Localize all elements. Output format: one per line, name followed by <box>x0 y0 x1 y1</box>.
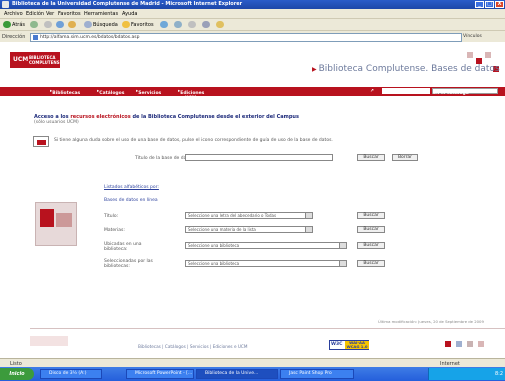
search-label[interactable]: Búsqueda <box>93 22 118 28</box>
chevron-down-icon <box>305 213 312 218</box>
logo-line2: COMPLUTENSE <box>29 60 63 65</box>
toolbar: Atrás Búsqueda Favoritos <box>0 19 505 31</box>
favorites-icon[interactable] <box>122 21 130 28</box>
chevron-down-icon <box>305 227 312 232</box>
print-icon[interactable] <box>202 21 210 28</box>
stop-icon[interactable] <box>44 21 52 28</box>
task-powerpoint[interactable]: Microsoft PowerPoint - [... <box>126 369 194 379</box>
menu-herramientas[interactable]: Herramientas <box>84 11 118 17</box>
menu-bar: Archivo Edición Ver Favoritos Herramient… <box>0 9 505 19</box>
menu-ayuda[interactable]: Ayuda <box>122 11 137 17</box>
chevron-down-icon <box>339 261 346 266</box>
decorative-image <box>35 202 77 246</box>
w3c-logo: W3C <box>331 342 343 347</box>
last-modified-text: Última modificación: Jueves, 20 de Septi… <box>378 319 484 324</box>
wai-aa-badge: WAI-AA WCAG 1.0 <box>345 340 369 349</box>
window-title: Biblioteca de la Universidad Complutense… <box>12 1 243 7</box>
menu-favoritos[interactable]: Favoritos <box>58 11 81 17</box>
nav-bibliotecas[interactable]: ▸ Bibliotecas <box>50 89 80 96</box>
minimize-button[interactable]: _ <box>475 1 484 8</box>
row-label-seleccionadas: Seleccionadas por las bibliotecas: <box>104 259 153 269</box>
favorites-label[interactable]: Favoritos <box>131 22 154 28</box>
help-guide-icon[interactable] <box>33 136 49 147</box>
system-tray: 8:2 <box>428 368 505 380</box>
search-arrow-icon: ↗ <box>370 89 374 94</box>
footer-logo <box>30 336 68 346</box>
nav-ediciones[interactable]: ▸ Ediciones e UCM <box>178 89 204 101</box>
search-by-location-button[interactable]: Buscar <box>357 242 385 249</box>
nav-catalogos[interactable]: ▸ Catálogos <box>97 89 124 96</box>
font-size-icon[interactable] <box>445 341 451 347</box>
help-text: Si tiene alguna duda sobre el uso de una… <box>54 138 333 143</box>
taskbar: Inicio Disco de 3½ (A:) Microsoft PowerP… <box>0 367 505 381</box>
w3c-badge[interactable]: W3C WAI-AA WCAG 1.0 <box>329 340 369 350</box>
menu-archivo[interactable]: Archivo <box>4 11 23 17</box>
library-selection-select[interactable]: Seleccione una biblioteca <box>185 260 347 267</box>
web-page: UCM BIBLIOTECA COMPLUTENSE ▶ Biblioteca C… <box>0 42 505 358</box>
search-scope-select[interactable]: En el catálogo <box>432 88 498 96</box>
site-search-input[interactable] <box>382 88 430 94</box>
title-search-button[interactable]: Buscar <box>357 154 385 161</box>
search-by-title-button[interactable]: Buscar <box>357 212 385 219</box>
home-icon[interactable] <box>68 21 76 28</box>
address-label: Dirección <box>2 34 26 40</box>
window-title-bar: Biblioteca de la Universidad Complutense… <box>0 0 505 9</box>
media-icon[interactable] <box>160 21 168 28</box>
biblioteca-logo[interactable]: UCM BIBLIOTECA COMPLUTENSE <box>10 52 63 68</box>
footer-links[interactable]: Bibliotecas | Catálogos | Servicios | Ed… <box>138 344 247 349</box>
nav-servicios[interactable]: ▸ Servicios <box>136 89 161 96</box>
search-by-selection-button[interactable]: Buscar <box>357 260 385 267</box>
task-disco[interactable]: Disco de 3½ (A:) <box>40 369 102 379</box>
title-search-input[interactable] <box>185 154 333 161</box>
address-input[interactable]: http://alfama.sim.ucm.es/bdatos/bdatos.a… <box>30 33 462 42</box>
main-nav: ▸ Bibliotecas ▸ Catálogos ▸ Servicios ▸ Edic… <box>0 87 505 101</box>
search-icon[interactable] <box>84 21 92 28</box>
footer-divider <box>30 328 505 329</box>
edit-icon[interactable] <box>216 21 224 28</box>
page-subheading: (sólo usuarios UCM) <box>34 120 79 125</box>
online-databases-label: Bases de datos en línea <box>104 198 158 203</box>
refresh-icon[interactable] <box>56 21 64 28</box>
forward-icon[interactable] <box>30 21 38 28</box>
ie-icon <box>2 1 9 8</box>
clear-button[interactable]: Borrar <box>392 154 418 161</box>
back-icon[interactable] <box>3 21 11 28</box>
search-by-subject-button[interactable]: Buscar <box>357 226 385 233</box>
library-location-select[interactable]: Seleccione una biblioteca <box>185 242 347 249</box>
clock: 8:2 <box>494 371 503 377</box>
links-label[interactable]: Vínculos <box>463 33 482 40</box>
history-icon[interactable] <box>174 21 182 28</box>
menu-ver[interactable]: Ver <box>46 11 54 17</box>
row-label-ubicadas: Ubicadas en una biblioteca: <box>104 242 142 252</box>
mail-icon[interactable] <box>188 21 196 28</box>
email-page-icon[interactable] <box>467 341 473 347</box>
subject-select[interactable]: Seleccione una materia de la lista <box>185 226 313 233</box>
maximize-button[interactable]: □ <box>485 1 494 8</box>
task-biblioteca[interactable]: Biblioteca de la Unive... <box>196 369 278 379</box>
back-label[interactable]: Atrás <box>12 22 25 28</box>
site-title: ▶ Biblioteca Complutense. Bases de datos <box>312 64 500 74</box>
row-label-materias: Materias: <box>104 228 125 233</box>
decor-square <box>485 52 491 58</box>
close-button[interactable]: X <box>495 1 504 8</box>
page-icon <box>33 35 38 40</box>
logo-mark: UCM <box>13 56 29 63</box>
print-page-icon[interactable] <box>456 341 462 347</box>
decor-square <box>467 52 473 58</box>
row-label-titulo: Título: <box>104 214 119 219</box>
task-paint-shop[interactable]: Jasc Paint Shop Pro <box>280 369 354 379</box>
menu-edicion[interactable]: Edición <box>26 11 44 17</box>
alphabetical-list-link[interactable]: Listados alfabéticos por: <box>104 185 159 190</box>
chevron-down-icon <box>339 243 346 248</box>
start-button[interactable]: Inicio <box>0 368 34 380</box>
share-icon[interactable] <box>478 341 484 347</box>
title-letter-select[interactable]: Seleccione una letra del abecedario o To… <box>185 212 313 219</box>
